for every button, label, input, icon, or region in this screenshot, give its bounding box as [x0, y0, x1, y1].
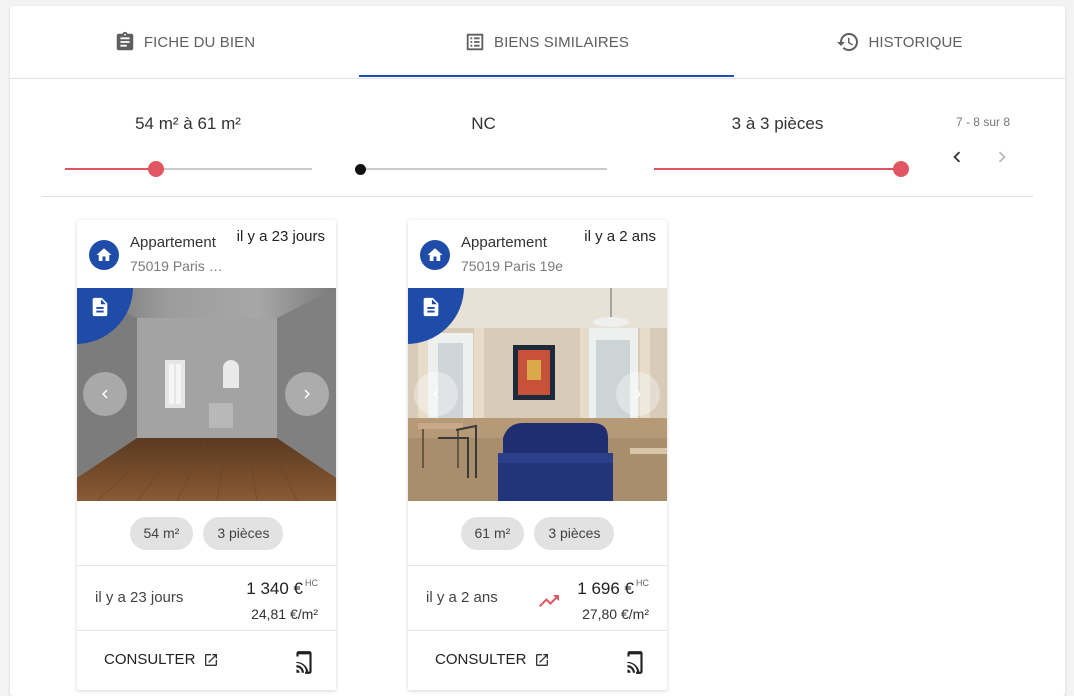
listing-card[interactable]: Appartement 75019 Paris 19e il y a 2 ans — [408, 220, 667, 690]
tab-label: FICHE DU BIEN — [143, 33, 256, 51]
price-row: il y a 23 jours 1 340 € HC 24,81 €/m² — [77, 566, 336, 631]
history-icon — [837, 33, 859, 52]
rooms-slider[interactable] — [654, 161, 909, 177]
previous-page-button[interactable] — [946, 146, 968, 168]
property-location: 75019 Paris 19e — [461, 258, 563, 274]
surface-filter-label: 54 m² à 61 m² — [135, 114, 241, 133]
pagination-count: 7 - 8 sur 8 — [955, 115, 1010, 129]
area-chip: 61 m² — [460, 516, 525, 550]
price-date: il y a 2 ans — [426, 589, 498, 606]
price: 1 696 € HC — [577, 578, 649, 598]
property-panel: FICHE DU BIEN BIENS SIMILAIRES HISTORIQU… — [10, 6, 1065, 696]
chevron-left-icon — [953, 151, 961, 163]
price: 1 340 € HC — [246, 578, 318, 598]
rooms-filter-label: 3 à 3 pièces — [731, 114, 824, 133]
home-icon — [420, 240, 450, 270]
trending-up-icon — [537, 589, 561, 618]
cast-icon — [627, 651, 643, 674]
property-type: Appartement — [130, 234, 216, 251]
price-slider[interactable] — [354, 163, 607, 175]
cast-button[interactable] — [291, 650, 317, 681]
price-filter-label: NC — [471, 114, 496, 133]
clipboard-icon — [116, 31, 134, 51]
document-icon — [420, 296, 442, 323]
document-icon — [89, 296, 111, 323]
next-page-button[interactable] — [991, 146, 1013, 168]
price-slider-handle[interactable] — [354, 163, 366, 175]
tab-historique[interactable]: HISTORIQUE — [734, 6, 1065, 78]
open-in-new-icon — [205, 653, 218, 666]
property-photo — [77, 288, 336, 501]
tab-fiche-du-bien[interactable]: FICHE DU BIEN — [10, 6, 359, 78]
home-icon — [89, 240, 119, 270]
photo-previous-button[interactable] — [83, 372, 127, 416]
consult-button[interactable]: CONSULTER — [435, 651, 550, 668]
rooms-slider-handle[interactable] — [893, 161, 909, 177]
chevron-left-icon — [433, 389, 439, 399]
cast-icon — [296, 651, 312, 674]
area-chip: 54 m² — [129, 516, 194, 550]
chevron-left-icon — [102, 389, 108, 399]
cast-button[interactable] — [622, 650, 648, 681]
card-header: Appartement 75019 Paris 19e il y a 23 jo… — [77, 220, 336, 288]
tab-bar: FICHE DU BIEN BIENS SIMILAIRES HISTORIQU… — [10, 6, 1065, 79]
chevron-right-icon — [635, 389, 641, 399]
price-row: il y a 2 ans 1 696 € HC 27,80 €/m² — [408, 566, 667, 631]
divider — [42, 196, 1033, 197]
surface-slider[interactable] — [65, 161, 312, 177]
price-per-sqm: 24,81 €/m² — [251, 606, 318, 622]
photo-next-button[interactable] — [285, 372, 329, 416]
active-tab-indicator — [359, 75, 734, 77]
listing-age: il y a 23 jours — [236, 228, 325, 245]
open-in-new-icon — [536, 653, 549, 666]
card-header: Appartement 75019 Paris 19e il y a 2 ans — [408, 220, 667, 288]
photo-next-button[interactable] — [616, 372, 660, 416]
list-icon — [466, 33, 484, 51]
property-location: 75019 Paris 19e — [130, 258, 225, 274]
tab-label: HISTORIQUE — [868, 33, 963, 51]
listing-card[interactable]: Appartement 75019 Paris 19e il y a 23 jo… — [77, 220, 336, 690]
rooms-chip: 3 pièces — [203, 516, 284, 550]
listing-age: il y a 2 ans — [584, 228, 656, 245]
price-date: il y a 23 jours — [95, 589, 184, 606]
price-per-sqm: 27,80 €/m² — [582, 606, 649, 622]
tab-biens-similaires[interactable]: BIENS SIMILAIRES — [359, 6, 734, 78]
property-type: Appartement — [461, 234, 547, 251]
property-features: 54 m² 3 pièces — [77, 501, 336, 566]
consult-button[interactable]: CONSULTER — [104, 651, 219, 668]
card-actions: CONSULTER — [77, 631, 336, 690]
photo-previous-button[interactable] — [414, 372, 458, 416]
chevron-right-icon — [304, 389, 310, 399]
chevron-right-icon — [998, 151, 1006, 163]
tab-label: BIENS SIMILAIRES — [494, 33, 629, 51]
property-photo — [408, 288, 667, 501]
surface-slider-handle[interactable] — [148, 161, 165, 177]
property-features: 61 m² 3 pièces — [408, 501, 667, 566]
card-actions: CONSULTER — [408, 631, 667, 690]
rooms-chip: 3 pièces — [534, 516, 615, 550]
